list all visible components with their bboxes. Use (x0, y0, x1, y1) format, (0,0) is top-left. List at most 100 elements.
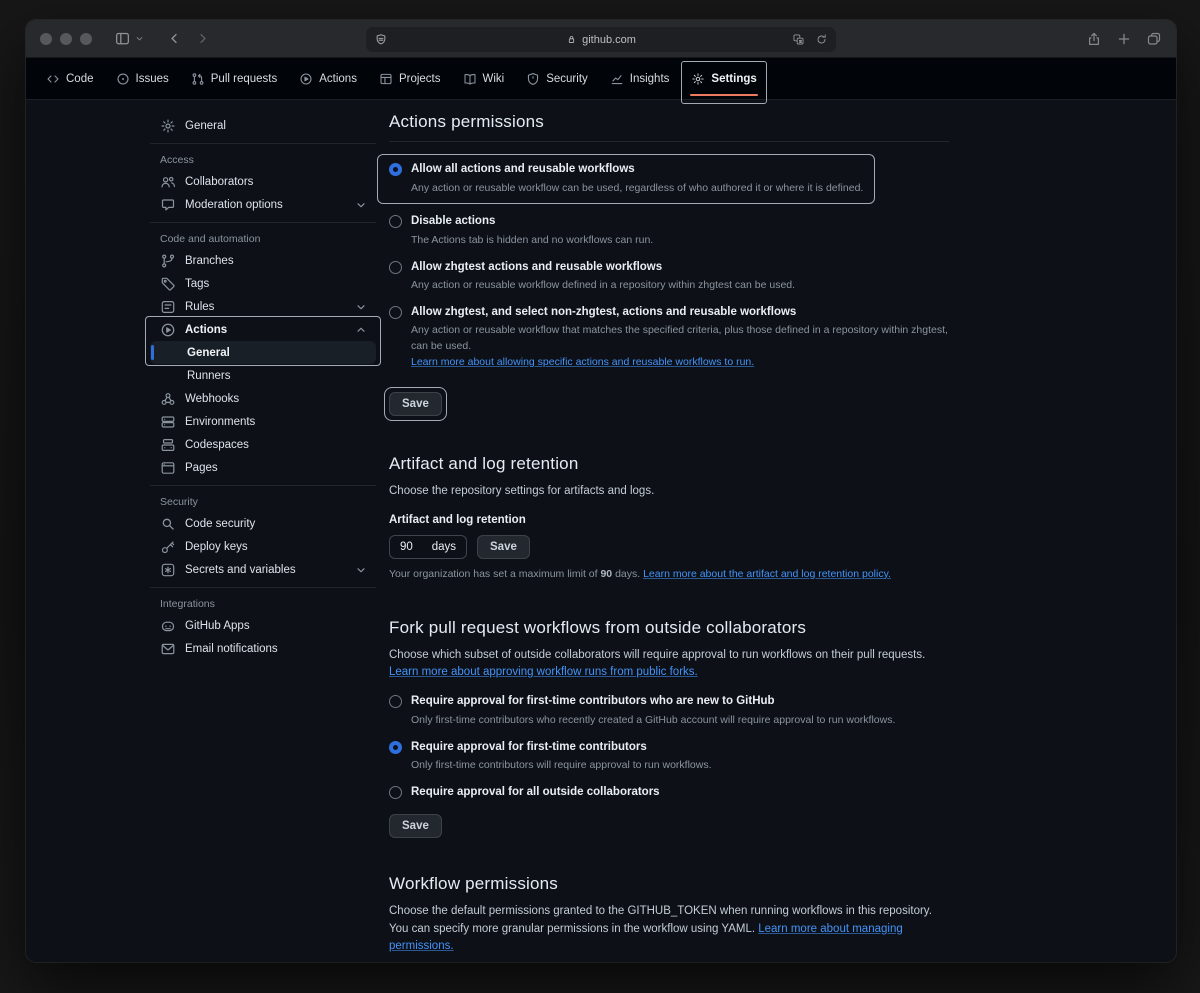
sidebar-section-security: Security (150, 492, 376, 512)
sidebar-item-actions-runners[interactable]: Runners (150, 364, 376, 387)
radio-disable-actions[interactable]: Disable actions The Actions tab is hidde… (389, 214, 949, 248)
sidebar-item-secrets-variables[interactable]: Secrets and variables (150, 558, 376, 581)
radio-icon[interactable] (389, 741, 402, 754)
sidebar-item-actions[interactable]: Actions (150, 318, 376, 341)
section-workflow-permissions: Workflow permissions Choose the default … (389, 874, 949, 961)
tab-label: Issues (136, 73, 169, 85)
radio-approval-all-outside[interactable]: Require approval for all outside collabo… (389, 785, 949, 801)
tag-icon (160, 276, 176, 292)
settings-main: Actions permissions Allow all actions an… (389, 112, 949, 961)
radio-approval-new-to-github[interactable]: Require approval for first-time contribu… (389, 694, 949, 728)
play-circle-icon (160, 322, 176, 338)
sidebar-item-actions-general[interactable]: General (150, 341, 376, 364)
sidebar-toggle-icon[interactable] (110, 27, 134, 51)
sidebar-chevron-icon[interactable] (134, 32, 148, 46)
reload-icon[interactable] (815, 33, 828, 46)
section-actions-permissions: Actions permissions Allow all actions an… (389, 112, 949, 421)
retention-policy-link[interactable]: Learn more about the artifact and log re… (643, 568, 891, 580)
tab-label: Insights (630, 73, 670, 85)
radio-icon[interactable] (389, 163, 402, 176)
sidebar-item-pages[interactable]: Pages (150, 456, 376, 479)
share-icon[interactable] (1086, 31, 1102, 47)
minimize-window-button[interactable] (60, 33, 72, 45)
window-controls (40, 33, 92, 45)
back-button[interactable] (162, 27, 186, 51)
sidebar-item-code-security[interactable]: Code security (150, 512, 376, 535)
tab-code[interactable]: Code (36, 58, 104, 100)
settings-page: General Access Collaborators Moderation … (26, 100, 1176, 961)
gear-icon (160, 118, 176, 134)
tab-actions[interactable]: Actions (289, 58, 367, 100)
radio-icon[interactable] (389, 261, 402, 274)
people-icon (160, 174, 176, 190)
tab-label: Projects (399, 73, 441, 85)
tab-projects[interactable]: Projects (369, 58, 451, 100)
tab-security[interactable]: Security (516, 58, 598, 100)
forward-button[interactable] (190, 27, 214, 51)
address-bar[interactable]: github.com (366, 27, 836, 52)
sidebar-divider (150, 222, 376, 223)
rules-icon (160, 299, 176, 315)
tab-pull-requests[interactable]: Pull requests (181, 58, 287, 100)
table-icon (379, 72, 393, 86)
artifact-retention-heading: Artifact and log retention (389, 454, 949, 474)
artifact-retention-field-label: Artifact and log retention (389, 514, 949, 526)
learn-more-specific-actions-link[interactable]: Learn more about allowing specific actio… (411, 356, 754, 368)
radio-icon[interactable] (389, 215, 402, 228)
hubot-icon (160, 618, 176, 634)
zoom-window-button[interactable] (80, 33, 92, 45)
comment-icon (160, 197, 176, 213)
sidebar-divider (150, 587, 376, 588)
sidebar-item-general[interactable]: General (150, 114, 376, 137)
address-text: github.com (366, 27, 836, 52)
translate-icon[interactable] (792, 33, 805, 46)
tab-overview-icon[interactable] (1146, 31, 1162, 47)
sidebar-item-deploy-keys[interactable]: Deploy keys (150, 535, 376, 558)
browser-window: github.com Code Issues Pull requests Act… (26, 20, 1176, 962)
new-tab-icon[interactable] (1116, 31, 1132, 47)
sidebar-item-moderation-options[interactable]: Moderation options (150, 193, 376, 216)
save-fork-settings-button[interactable]: Save (389, 814, 442, 838)
sidebar-item-collaborators[interactable]: Collaborators (150, 170, 376, 193)
retention-note: Your organization has set a maximum limi… (389, 568, 949, 580)
branch-icon (160, 253, 176, 269)
sidebar-item-github-apps[interactable]: GitHub Apps (150, 614, 376, 637)
tab-label: Code (66, 73, 94, 85)
radio-allow-all-actions[interactable]: Allow all actions and reusable workflows… (389, 162, 863, 196)
sidebar-item-rules[interactable]: Rules (150, 295, 376, 318)
sidebar-item-tags[interactable]: Tags (150, 272, 376, 295)
radio-allow-org-actions[interactable]: Allow zhgtest actions and reusable workf… (389, 260, 949, 294)
retention-days-input[interactable]: 90 days (389, 535, 467, 559)
chevron-down-icon (354, 198, 368, 212)
sidebar-divider (150, 485, 376, 486)
tab-insights[interactable]: Insights (600, 58, 680, 100)
sidebar-item-email-notifications[interactable]: Email notifications (150, 637, 376, 660)
sidebar-actions-group: Actions General (150, 318, 376, 364)
radio-icon[interactable] (389, 306, 402, 319)
radio-allow-select-actions[interactable]: Allow zhgtest, and select non-zhgtest, a… (389, 305, 949, 371)
workflow-permissions-heading: Workflow permissions (389, 874, 949, 894)
actions-permissions-heading: Actions permissions (389, 112, 949, 142)
radio-approval-first-time[interactable]: Require approval for first-time contribu… (389, 740, 949, 774)
sidebar-section-code-automation: Code and automation (150, 229, 376, 249)
tab-wiki[interactable]: Wiki (453, 58, 515, 100)
save-actions-permissions-button[interactable]: Save (389, 392, 442, 416)
sidebar-item-codespaces[interactable]: Codespaces (150, 433, 376, 456)
fork-approval-link[interactable]: Learn more about approving workflow runs… (389, 666, 698, 678)
retention-value: 90 (400, 541, 413, 553)
sidebar-item-environments[interactable]: Environments (150, 410, 376, 433)
radio-icon[interactable] (389, 695, 402, 708)
pull-request-icon (191, 72, 205, 86)
tab-label: Pull requests (211, 73, 277, 85)
sidebar-item-webhooks[interactable]: Webhooks (150, 387, 376, 410)
shield-icon (526, 72, 540, 86)
tab-settings[interactable]: Settings (681, 58, 766, 100)
save-retention-button[interactable]: Save (477, 535, 530, 559)
close-window-button[interactable] (40, 33, 52, 45)
radio-icon[interactable] (389, 786, 402, 799)
tab-issues[interactable]: Issues (106, 58, 179, 100)
sidebar-item-branches[interactable]: Branches (150, 249, 376, 272)
chevron-up-icon (354, 323, 368, 337)
workflow-permissions-desc: Choose the default permissions granted t… (389, 903, 949, 955)
mail-icon (160, 641, 176, 657)
